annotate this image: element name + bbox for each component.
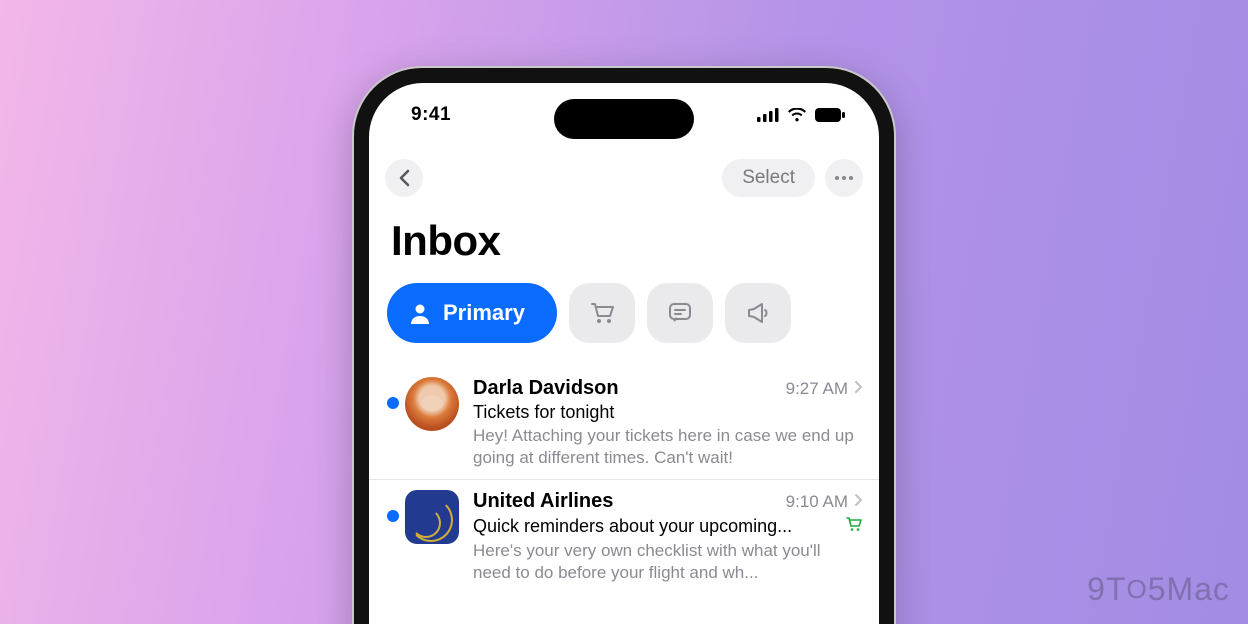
message-sender: Darla Davidson (473, 377, 786, 400)
select-button-label: Select (742, 167, 795, 189)
message-subject: Quick reminders about your upcoming... (473, 515, 863, 538)
message-item[interactable]: United Airlines 9:10 AM Quick reminders … (369, 480, 879, 594)
back-button[interactable] (385, 159, 423, 197)
tab-primary[interactable]: Primary (387, 283, 557, 343)
unread-dot (387, 510, 399, 522)
tab-updates[interactable] (647, 283, 713, 343)
unread-dot (387, 397, 399, 409)
battery-icon (815, 108, 845, 122)
message-preview: Hey! Attaching your tickets here in case… (473, 425, 863, 469)
message-subject: Tickets for tonight (473, 402, 863, 423)
chevron-right-icon (854, 493, 863, 512)
ellipsis-icon (835, 176, 853, 180)
status-time: 9:41 (411, 104, 451, 126)
tab-promotions[interactable] (725, 283, 791, 343)
chevron-left-icon (398, 169, 410, 187)
select-button[interactable]: Select (722, 159, 815, 197)
person-icon (409, 302, 431, 324)
avatar (405, 490, 459, 544)
avatar (405, 377, 459, 431)
megaphone-icon (744, 299, 772, 327)
category-tabs: Primary (387, 283, 861, 343)
nav-bar: Select (369, 155, 879, 201)
message-sender: United Airlines (473, 490, 786, 513)
message-list: Darla Davidson 9:27 AM Tickets for tonig… (369, 367, 879, 594)
dynamic-island (554, 99, 694, 139)
watermark-9to5mac: 9TO5Mac (1087, 571, 1230, 608)
tab-shopping[interactable] (569, 283, 635, 343)
message-time: 9:10 AM (786, 492, 848, 512)
cart-icon (588, 299, 616, 327)
message-time: 9:27 AM (786, 379, 848, 399)
shopping-badge-icon (845, 515, 863, 538)
more-button[interactable] (825, 159, 863, 197)
message-item[interactable]: Darla Davidson 9:27 AM Tickets for tonig… (369, 367, 879, 480)
wifi-icon (787, 108, 807, 122)
message-icon (666, 299, 694, 327)
chevron-right-icon (854, 380, 863, 399)
tab-primary-label: Primary (443, 300, 525, 326)
page-title: Inbox (391, 217, 501, 265)
message-preview: Here's your very own checklist with what… (473, 540, 863, 584)
device-frame: 9:41 (354, 68, 894, 624)
cellular-icon (757, 108, 779, 122)
